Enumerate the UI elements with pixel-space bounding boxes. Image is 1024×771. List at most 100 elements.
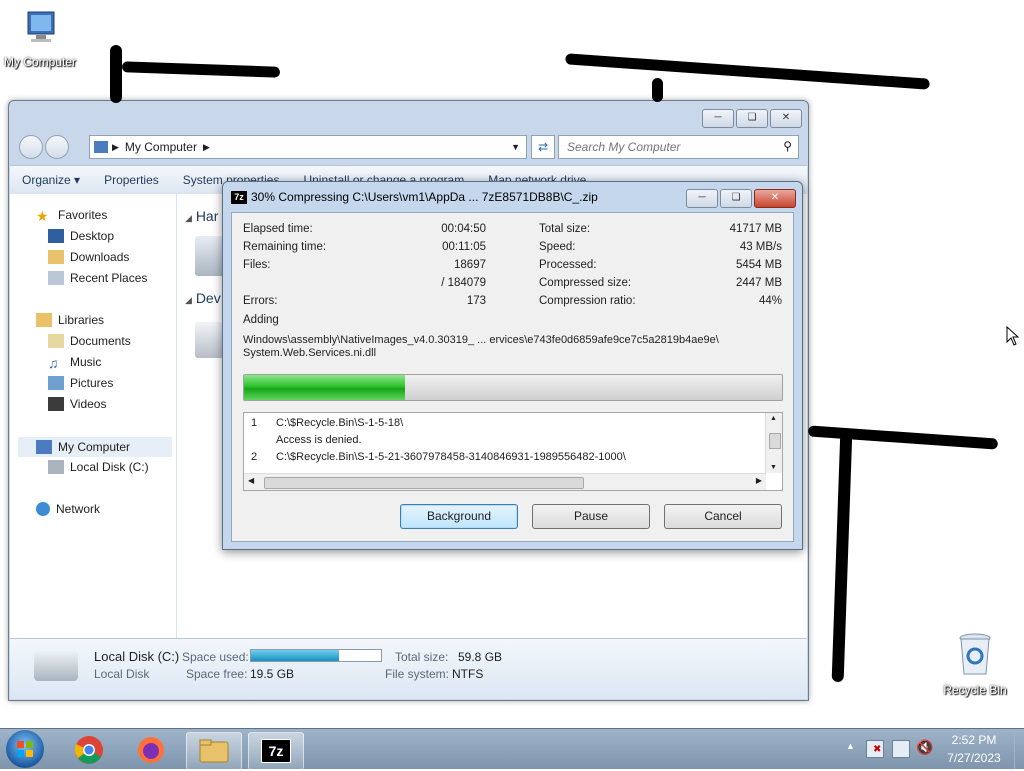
- taskbar-firefox[interactable]: [124, 732, 178, 768]
- group-header-devices[interactable]: ◢ Dev: [185, 290, 221, 306]
- log-item-text: C:\$Recycle.Bin\S-1-5-18\: [276, 417, 404, 429]
- back-button[interactable]: [19, 135, 43, 159]
- space-used-bar: [250, 649, 382, 662]
- computer-icon: [36, 440, 52, 454]
- minimize-button[interactable]: ─: [686, 189, 718, 208]
- search-input[interactable]: [565, 139, 769, 155]
- scroll-right-icon[interactable]: ▶: [756, 476, 762, 485]
- errors-value: 173: [466, 295, 486, 307]
- total-size-value: 59.8 GB: [458, 650, 503, 664]
- desktop-icon-label: My Computer: [3, 55, 77, 69]
- close-button[interactable]: ✕: [770, 109, 802, 128]
- scrollbar-thumb[interactable]: [264, 477, 584, 489]
- address-bar[interactable]: ▶ My Computer ▶ ▼: [89, 135, 527, 159]
- window-controls: ─ ❏ ✕: [702, 109, 802, 128]
- desktop-icon-my-computer[interactable]: My Computer: [0, 8, 80, 69]
- nav-downloads[interactable]: Downloads: [48, 250, 129, 264]
- search-box[interactable]: ⚲: [558, 135, 799, 159]
- chevron-down-icon[interactable]: ▼: [511, 142, 520, 152]
- address-row: ▶ My Computer ▶ ▼ ⇄ ⚲: [17, 133, 800, 161]
- maximize-button[interactable]: ❏: [720, 189, 752, 208]
- log-item-number: 1: [251, 417, 258, 429]
- speed-label: Speed:: [539, 241, 576, 253]
- organize-menu[interactable]: Organize ▾: [10, 173, 92, 187]
- log-item-number: 2: [251, 451, 258, 463]
- nav-videos[interactable]: Videos: [48, 397, 106, 411]
- documents-icon: [48, 334, 64, 348]
- drive-type: Local Disk: [94, 667, 150, 681]
- action-center-icon[interactable]: ✖: [866, 740, 884, 758]
- group-header-hard-drives[interactable]: ◢ Har: [185, 208, 218, 224]
- horizontal-scrollbar[interactable]: ◀ ▶: [244, 473, 766, 490]
- videos-icon: [48, 397, 64, 411]
- nav-local-disk[interactable]: Local Disk (C:): [48, 460, 149, 474]
- nav-pictures[interactable]: Pictures: [48, 376, 113, 390]
- nav-my-computer[interactable]: My Computer: [18, 437, 172, 457]
- network-status-icon[interactable]: [892, 740, 910, 758]
- refresh-button[interactable]: ⇄: [531, 135, 555, 159]
- minimize-button[interactable]: ─: [702, 109, 734, 128]
- 7zip-icon: 7z: [261, 739, 291, 763]
- vertical-scrollbar[interactable]: ▲ ▼: [765, 413, 782, 473]
- total-size-label: Total size:: [395, 650, 449, 664]
- nav-network[interactable]: Network: [36, 502, 100, 516]
- volume-muted-icon[interactable]: 🔇: [916, 739, 933, 756]
- drive-name: Local Disk (C:): [94, 649, 180, 664]
- error-log-list[interactable]: 1 C:\$Recycle.Bin\S-1-5-18\ Access is de…: [243, 412, 783, 491]
- space-used-fill: [251, 650, 340, 661]
- scroll-down-icon[interactable]: ▼: [770, 464, 777, 471]
- scroll-up-icon[interactable]: ▲: [770, 415, 777, 422]
- nav-favorites[interactable]: ★ Favorites: [36, 208, 107, 224]
- nav-libraries[interactable]: Libraries: [36, 313, 104, 327]
- show-desktop-button[interactable]: [1014, 729, 1024, 769]
- taskbar: 7z ▲ ✖ 🔇 2:52 PM 7/27/2023: [0, 728, 1024, 770]
- folder-icon: [48, 250, 64, 264]
- close-button[interactable]: ✕: [754, 189, 796, 208]
- breadcrumb-arrow-icon: ▶: [202, 141, 210, 152]
- clock-time[interactable]: 2:52 PM: [934, 733, 1014, 747]
- maximize-button[interactable]: ❏: [736, 109, 768, 128]
- file-system-label: File system:: [385, 667, 450, 681]
- compression-ratio-label: Compression ratio:: [539, 295, 636, 307]
- current-file-name: System.Web.Services.ni.dll: [243, 347, 377, 359]
- forward-button[interactable]: [45, 135, 69, 159]
- details-pane: Local Disk (C:) Local Disk Space used: S…: [10, 638, 807, 699]
- current-file-path: Windows\assembly\NativeImages_v4.0.30319…: [243, 334, 719, 346]
- dialog-body: Elapsed time: 00:04:50 Remaining time: 0…: [231, 212, 794, 542]
- properties-button[interactable]: Properties: [92, 173, 171, 187]
- nav-recent-places[interactable]: Recent Places: [48, 271, 147, 285]
- taskbar-7zip[interactable]: 7z: [248, 732, 304, 770]
- desktop-icon-recycle-bin[interactable]: Recycle Bin: [935, 630, 1015, 697]
- start-button[interactable]: [6, 730, 44, 768]
- nav-music[interactable]: ♫ Music: [48, 355, 101, 371]
- taskbar-explorer[interactable]: [186, 732, 242, 770]
- music-icon: ♫: [48, 355, 59, 371]
- show-hidden-icons-button[interactable]: ▲: [846, 741, 855, 751]
- adding-label: Adding: [243, 314, 279, 326]
- firefox-icon: [138, 737, 164, 763]
- nav-documents[interactable]: Documents: [48, 334, 131, 348]
- pause-button[interactable]: Pause: [532, 504, 650, 529]
- search-icon[interactable]: ⚲: [783, 139, 792, 153]
- errors-label: Errors:: [243, 295, 278, 307]
- navigation-pane: ★ Favorites Desktop Downloads Recent Plac…: [10, 194, 177, 638]
- file-system-value: NTFS: [452, 667, 484, 681]
- nav-desktop[interactable]: Desktop: [48, 229, 114, 243]
- clock-date[interactable]: 7/27/2023: [934, 751, 1014, 765]
- drawn-stroke: [565, 53, 930, 90]
- files-total-value: / 184079: [441, 277, 486, 289]
- recent-places-icon: [48, 271, 64, 285]
- dialog-window-controls: ─ ❏ ✕: [686, 189, 796, 208]
- taskbar-chrome[interactable]: [62, 732, 116, 768]
- drive-icon: [34, 651, 78, 681]
- processed-value: 5454 MB: [735, 259, 782, 271]
- scrollbar-thumb[interactable]: [769, 433, 781, 449]
- cancel-button[interactable]: Cancel: [664, 504, 782, 529]
- progress-fill: [244, 375, 406, 400]
- desktop-icon: [48, 229, 64, 243]
- drive-icon: [48, 460, 64, 474]
- processed-label: Processed:: [539, 259, 597, 271]
- scroll-left-icon[interactable]: ◀: [248, 476, 254, 485]
- background-button[interactable]: Background: [400, 504, 518, 529]
- drawn-stroke: [807, 425, 999, 450]
